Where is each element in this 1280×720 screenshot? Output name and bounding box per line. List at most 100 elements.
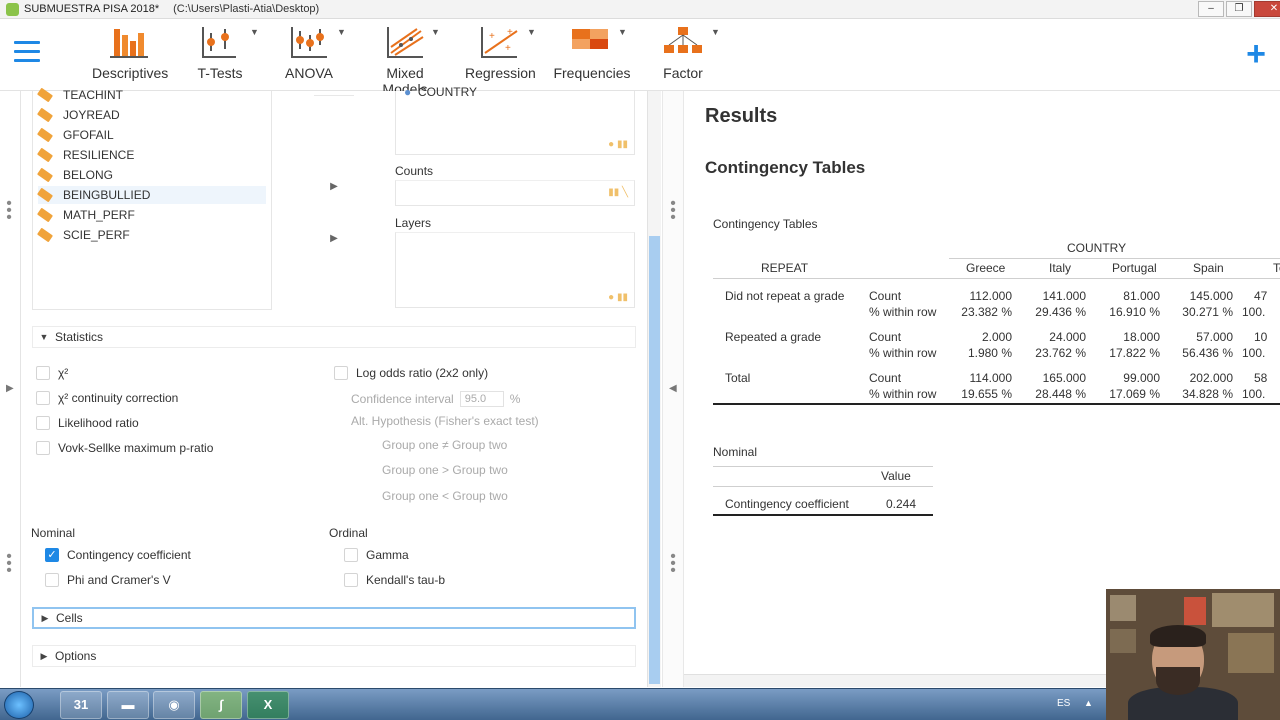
layers-box[interactable]: ● ▮▮ — [395, 232, 635, 308]
bar-chart-icon — [108, 25, 152, 59]
ribbon-descriptives[interactable]: Descriptives — [92, 25, 168, 81]
minimize-button[interactable]: – — [1198, 1, 1224, 17]
radio-group-one-less[interactable]: Group one < Group two — [382, 489, 508, 503]
variable-item[interactable]: RESILIENCE — [36, 146, 134, 164]
counts-box[interactable]: ▮▮ ╲ — [395, 180, 635, 206]
table-cell: 1.980 % — [967, 346, 1012, 360]
variable-item[interactable]: JOYREAD — [36, 106, 120, 124]
phi-cramers-v-option[interactable]: Phi and Cramer's V — [45, 573, 171, 587]
excel-icon[interactable]: X — [247, 691, 289, 719]
hamburger-menu-icon[interactable] — [14, 41, 40, 65]
variable-item[interactable]: SCIE_PERF — [36, 226, 130, 244]
alt-hypothesis-label: Alt. Hypothesis (Fisher's exact test) — [351, 414, 539, 428]
radio-group-one-greater[interactable]: Group one > Group two — [382, 463, 508, 477]
drag-handle-icon[interactable]: • • • — [670, 196, 676, 226]
checkbox[interactable] — [36, 441, 50, 455]
table-cell: 17.822 % — [1109, 346, 1160, 360]
chrome-icon[interactable]: ◉ — [153, 691, 195, 719]
assign-columns-button[interactable] — [314, 86, 354, 96]
table-cell: 18.000 — [1123, 330, 1160, 344]
vovk-sellke-option[interactable]: Vovk-Sellke maximum p-ratio — [36, 441, 213, 455]
checkbox[interactable] — [36, 391, 50, 405]
checkbox[interactable] — [36, 416, 50, 430]
language-indicator[interactable]: ES — [1057, 698, 1070, 709]
calendar-icon[interactable]: 31 — [60, 691, 102, 719]
windows-start-icon[interactable] — [4, 691, 34, 719]
columns-box[interactable]: ● COUNTRY ● ▮▮ — [395, 85, 635, 155]
log-odds-ratio-option[interactable]: Log odds ratio (2x2 only) — [334, 366, 488, 380]
variable-item[interactable]: MATH_PERF — [36, 206, 135, 224]
collapse-right-arrow-icon[interactable]: ◀ — [669, 383, 677, 394]
results-panel: Results Contingency Tables Contingency T… — [684, 91, 1280, 674]
table-bottom-rule — [713, 403, 1280, 405]
variable-item[interactable]: TEACHINT — [36, 86, 123, 104]
options-section-header[interactable]: ▶ Options — [32, 645, 636, 667]
ribbon-label: T-Tests — [197, 65, 243, 81]
confidence-interval-input[interactable]: 95.0 — [459, 391, 504, 407]
nominal-variable-icon: ● — [404, 85, 412, 99]
gamma-option[interactable]: Gamma — [344, 548, 409, 562]
row-label: Did not repeat a grade — [725, 289, 845, 303]
allowed-types-icon: ● ▮▮ — [608, 292, 628, 303]
scale-variable-icon — [36, 167, 54, 183]
ribbon-t-tests[interactable]: ▼ T-Tests — [196, 25, 259, 81]
tray-expand-icon[interactable]: ▲ — [1084, 698, 1093, 708]
variable-item[interactable]: GFOFAIL — [36, 126, 114, 144]
checkbox[interactable] — [344, 548, 358, 562]
drag-handle-icon[interactable]: • • • — [6, 549, 12, 579]
maximize-button[interactable]: ❐ — [1226, 1, 1252, 17]
stat-label: Count — [869, 330, 902, 344]
checkbox[interactable] — [45, 573, 59, 587]
table-cell: 34.828 % — [1182, 387, 1233, 401]
kendall-tau-b-option[interactable]: Kendall's tau-b — [344, 573, 445, 587]
likelihood-ratio-option[interactable]: Likelihood ratio — [36, 416, 139, 430]
statistics-section-header[interactable]: ▼ Statistics — [32, 326, 636, 348]
drag-handle-icon[interactable]: • • • — [670, 549, 676, 579]
chi-squared-continuity-option[interactable]: χ² continuity correction — [36, 391, 178, 405]
checkbox[interactable] — [344, 573, 358, 587]
contingency-coefficient-option[interactable]: ✓ Contingency coefficient — [45, 548, 191, 562]
file-explorer-icon[interactable]: ▬ — [107, 691, 149, 719]
variable-item-selected[interactable]: BEINGBULLIED — [36, 186, 266, 204]
expand-left-arrow-icon[interactable]: ▶ — [6, 383, 14, 394]
column-header: Spain — [1193, 261, 1224, 275]
webcam-overlay — [1106, 589, 1280, 720]
assign-layers-button[interactable]: ▶ — [314, 228, 354, 250]
table-cell: 29.436 % — [1035, 305, 1086, 319]
ribbon-label: Regression — [465, 65, 536, 81]
scale-variable-icon — [36, 147, 54, 163]
radio-group-one-not-equal[interactable]: Group one ≠ Group two — [382, 438, 507, 452]
ribbon-frequencies[interactable]: ▼ Frequencies — [553, 25, 631, 81]
add-module-icon[interactable]: + — [1246, 37, 1266, 71]
jasp-taskbar-icon[interactable]: ∫ — [200, 691, 242, 719]
scale-variable-icon — [36, 187, 54, 203]
checkbox[interactable] — [36, 366, 50, 380]
nominal-header-rule — [713, 486, 933, 487]
panel-border — [20, 91, 21, 687]
ribbon-anova[interactable]: ▼ ANOVA — [285, 25, 346, 81]
table-cell: 2.000 — [981, 330, 1012, 344]
options-scrollbar-thumb[interactable] — [649, 236, 660, 684]
variable-item[interactable]: BELONG — [36, 166, 113, 184]
column-header: Portugal — [1112, 261, 1157, 275]
results-subtitle: Contingency Tables — [705, 158, 866, 177]
table-cell: 24.000 — [1049, 330, 1086, 344]
stat-label: % within row — [869, 346, 937, 360]
jasp-app-icon — [6, 2, 19, 16]
expand-triangle-icon: ▶ — [41, 612, 49, 623]
checked-checkbox-icon[interactable]: ✓ — [45, 548, 59, 562]
nominal-bottom-rule — [713, 514, 933, 516]
row-label: Repeated a grade — [725, 330, 822, 344]
columns-item[interactable]: ● COUNTRY — [404, 85, 477, 99]
drag-handle-icon[interactable]: • • • — [6, 196, 12, 226]
table-cell: 30.271 % — [1182, 305, 1233, 319]
checkbox[interactable] — [334, 366, 348, 380]
cells-section-header[interactable]: ▶ Cells — [32, 607, 636, 629]
close-button[interactable]: ✕ — [1254, 1, 1280, 17]
assign-counts-button[interactable]: ▶ — [314, 176, 354, 198]
nominal-group-label: Nominal — [31, 526, 76, 540]
chi-squared-option[interactable]: χ² — [36, 366, 68, 380]
ribbon-factor[interactable]: ▼ Factor — [660, 25, 720, 81]
ribbon-regression[interactable]: + + + ▼ Regression — [465, 25, 536, 81]
scale-variable-icon — [36, 207, 54, 223]
